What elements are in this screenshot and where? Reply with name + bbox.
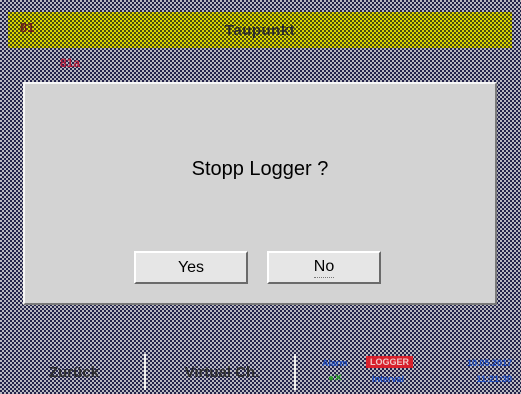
logger-status-badge: LOGGER — [366, 356, 414, 368]
interval-label: Interval — [372, 374, 405, 384]
status-panel: Alarm LOGGER 10.05.2017 ●✕ Interval 11:2… — [300, 356, 516, 390]
virtual-channel-button[interactable]: Virtual Ch. — [150, 354, 296, 390]
bottom-bar: Zurück Virtual Ch. Alarm LOGGER 10.05.20… — [0, 350, 521, 394]
yes-button[interactable]: Yes — [134, 251, 248, 284]
channel-label: 81a — [60, 56, 81, 70]
no-button[interactable]: No — [267, 251, 381, 284]
dialog-message: Stopp Logger ? — [191, 158, 329, 180]
sensor-status-icon: ●✕ — [328, 373, 343, 384]
title-bar: 81 Taupunkt — [8, 12, 512, 48]
status-date: 10.05.2017 — [466, 358, 512, 368]
confirm-dialog: Stopp Logger ? Yes No — [23, 82, 497, 305]
status-time: 11:21:30 — [476, 374, 512, 384]
alarm-label: Alarm — [322, 358, 348, 368]
page-title: Taupunkt — [224, 21, 296, 39]
yes-button-label: Yes — [177, 258, 205, 276]
channel-number: 81 — [20, 20, 35, 35]
no-button-label: No — [313, 258, 335, 278]
back-button[interactable]: Zurück — [4, 354, 146, 390]
